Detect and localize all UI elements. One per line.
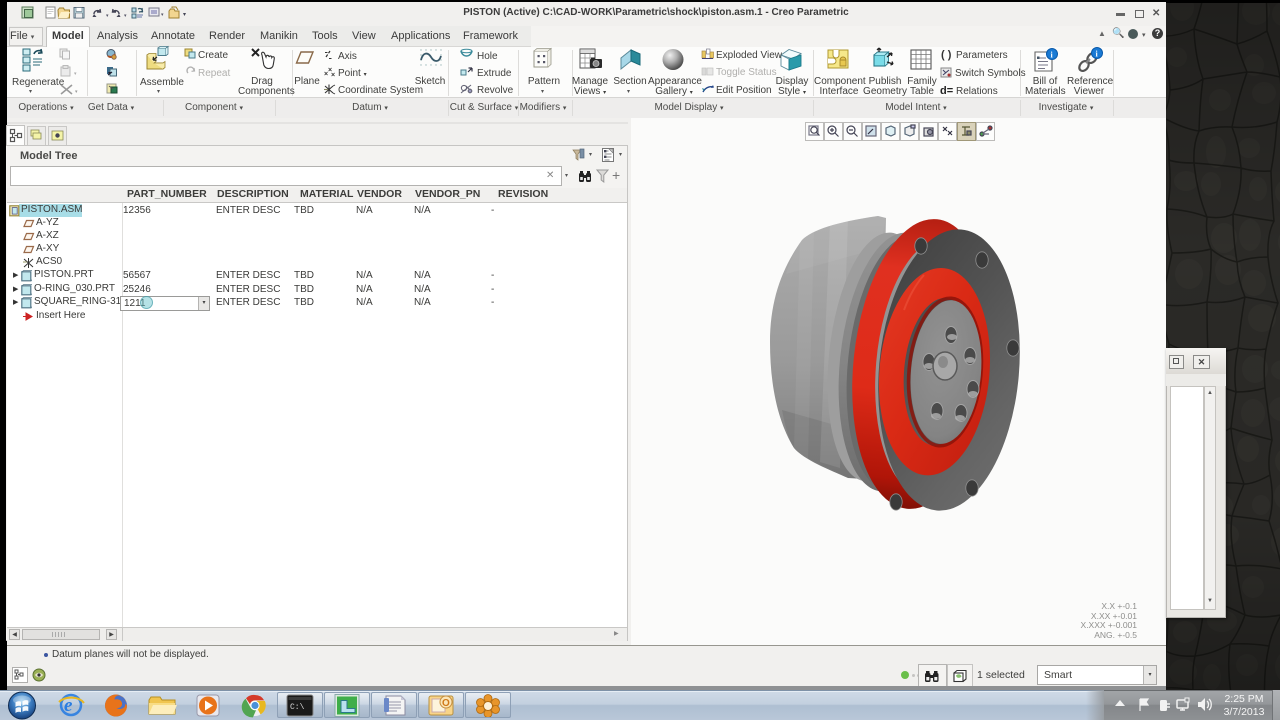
svg-text:×: ×	[331, 72, 335, 79]
svg-text:▾: ▾	[75, 89, 78, 95]
svg-text:( ): ( )	[941, 49, 952, 61]
svg-text:▾: ▾	[74, 71, 77, 77]
svg-text:C:\: C:\	[290, 703, 305, 712]
svg-text:O: O	[442, 698, 450, 709]
